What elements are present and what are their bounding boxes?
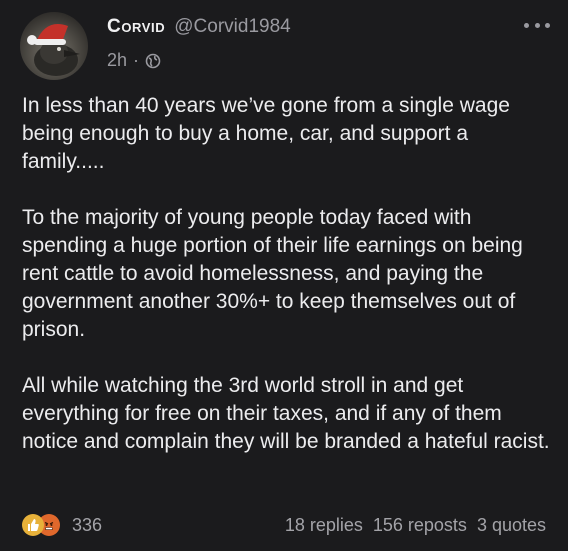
post-card: Corvid @Corvid1984 2h · In less than 40 …	[0, 0, 568, 551]
post-footer: 336 18 replies 156 reposts 3 quotes	[22, 510, 546, 540]
author-row: Corvid @Corvid1984	[107, 16, 291, 42]
avatar-image	[27, 24, 80, 76]
reposts-link[interactable]: 156 reposts	[373, 515, 467, 536]
author-display-name[interactable]: Corvid	[107, 16, 165, 38]
reactions[interactable]: 336	[22, 514, 102, 536]
avatar[interactable]	[20, 12, 88, 80]
reaction-count: 336	[72, 514, 103, 535]
more-options-button[interactable]	[524, 18, 550, 32]
post-paragraph: To the majority of young people today fa…	[22, 206, 523, 341]
post-timestamp[interactable]: 2h	[107, 50, 127, 71]
globe-icon	[145, 53, 161, 69]
meta-separator: ·	[133, 50, 140, 70]
more-horizontal-icon	[524, 22, 529, 28]
thumbs-up-icon	[22, 514, 44, 536]
quotes-link[interactable]: 3 quotes	[477, 515, 546, 536]
post-paragraph: All while watching the 3rd world stroll …	[22, 374, 550, 453]
replies-link[interactable]: 18 replies	[285, 515, 363, 536]
post-body: In less than 40 years we’ve gone from a …	[22, 92, 552, 456]
post-paragraph: In less than 40 years we’ve gone from a …	[22, 94, 510, 173]
author-handle[interactable]: @Corvid1984	[174, 16, 290, 38]
post-stats: 18 replies 156 reposts 3 quotes	[285, 515, 546, 536]
post-meta: 2h ·	[107, 50, 161, 71]
